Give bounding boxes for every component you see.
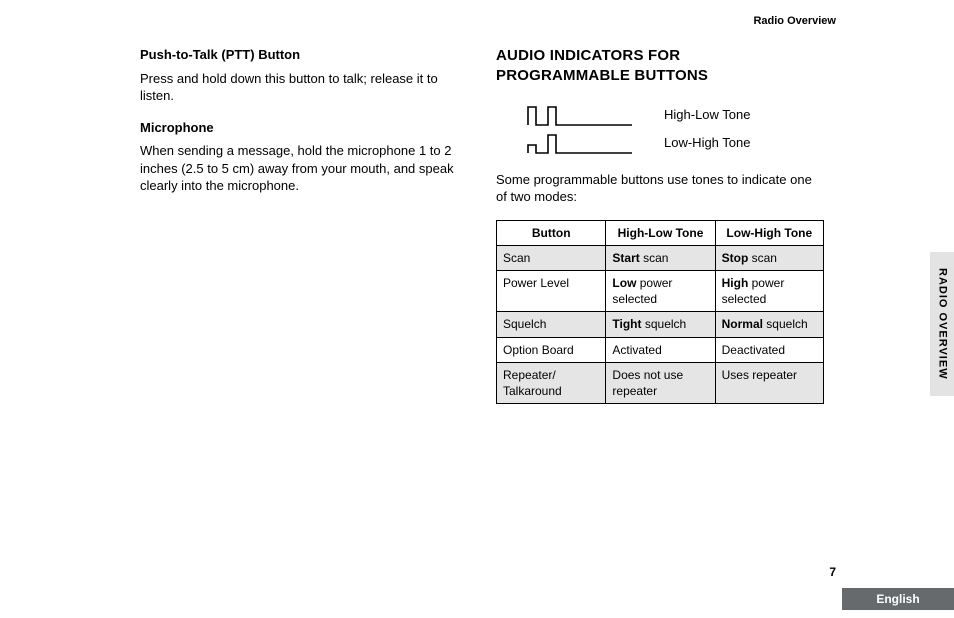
tone-label-low-high: Low-High Tone: [664, 134, 750, 152]
right-column: AUDIO INDICATORS FOR PROGRAMMABLE BUTTON…: [496, 46, 816, 404]
language-tab-label: English: [876, 591, 919, 607]
table-row: SquelchTight squelchNormal squelch: [497, 312, 824, 337]
ptt-body: Press and hold down this button to talk;…: [140, 70, 460, 105]
table-cell: Scan: [497, 245, 606, 270]
table-cell: Start scan: [606, 245, 715, 270]
table-cell: Power Level: [497, 270, 606, 311]
table-row: ScanStart scanStop scan: [497, 245, 824, 270]
mic-body: When sending a message, hold the microph…: [140, 142, 460, 195]
tone-label-high-low: High-Low Tone: [664, 106, 750, 124]
table-cell: Stop scan: [715, 245, 823, 270]
table-cell: Squelch: [497, 312, 606, 337]
table-cell: Low power selected: [606, 270, 715, 311]
table-cell: Uses repeater: [715, 362, 823, 403]
table-cell: Deactivated: [715, 337, 823, 362]
table-cell: Does not use repeater: [606, 362, 715, 403]
side-tab: RADIO OVERVIEW: [930, 252, 954, 396]
high-low-tone-icon: [526, 103, 636, 127]
side-tab-label: RADIO OVERVIEW: [935, 268, 950, 380]
tones-table: Button High-Low Tone Low-High Tone ScanS…: [496, 220, 824, 405]
th-lowhigh: Low-High Tone: [715, 220, 823, 245]
table-cell: Normal squelch: [715, 312, 823, 337]
table-cell: Option Board: [497, 337, 606, 362]
tones-intro: Some programmable buttons use tones to i…: [496, 171, 816, 206]
language-tab: English: [842, 588, 954, 610]
running-head: Radio Overview: [753, 14, 836, 29]
table-cell: Activated: [606, 337, 715, 362]
table-cell: High power selected: [715, 270, 823, 311]
table-row: Power LevelLow power selectedHigh power …: [497, 270, 824, 311]
section-title: AUDIO INDICATORS FOR PROGRAMMABLE BUTTON…: [496, 46, 816, 87]
table-cell: Tight squelch: [606, 312, 715, 337]
th-button: Button: [497, 220, 606, 245]
left-column: Push-to-Talk (PTT) Button Press and hold…: [140, 46, 460, 404]
ptt-heading: Push-to-Talk (PTT) Button: [140, 46, 460, 64]
th-highlow: High-Low Tone: [606, 220, 715, 245]
page-number: 7: [829, 564, 836, 580]
table-row: Repeater/ TalkaroundDoes not use repeate…: [497, 362, 824, 403]
table-cell: Repeater/ Talkaround: [497, 362, 606, 403]
table-row: Option BoardActivatedDeactivated: [497, 337, 824, 362]
mic-heading: Microphone: [140, 119, 460, 137]
low-high-tone-icon: [526, 131, 636, 155]
